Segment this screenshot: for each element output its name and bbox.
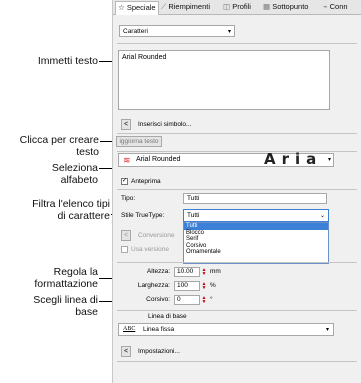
- category-select-value: Caratteri: [123, 28, 148, 35]
- insert-symbol-link[interactable]: Inserisci simbolo...: [138, 121, 191, 128]
- callout-scegli: Scegli linea di base: [0, 294, 98, 318]
- stile-truetype-value: Tutti: [187, 212, 200, 219]
- tab-speciale-label: Speciale: [126, 3, 156, 12]
- larghezza-spinner[interactable]: ▲ ▼: [201, 282, 207, 291]
- divider: [117, 310, 357, 311]
- category-select[interactable]: Caratteri ▾: [119, 25, 235, 37]
- alphabet-selector[interactable]: ≋ Arial Rounded Aria ▾: [118, 150, 334, 168]
- preview-checkbox[interactable]: ✓: [121, 178, 128, 185]
- tab-profili[interactable]: ◫ Profili: [223, 1, 251, 13]
- baseline-value: Linea fissa: [143, 326, 175, 333]
- chevron-down-icon: ▾: [327, 157, 331, 163]
- alphabet-icon: ≋: [123, 155, 131, 165]
- callout-clicca-line2: testo: [76, 146, 99, 158]
- tab-profili-label: Profili: [232, 2, 251, 11]
- chevron-down-icon: ⌄: [319, 213, 325, 219]
- baseline-select[interactable]: ABC Linea fissa ▾: [118, 323, 334, 336]
- connector-icon: ⌁: [323, 2, 328, 11]
- callout-regola-line1: Regola la: [53, 266, 98, 278]
- divider: [117, 133, 357, 134]
- tipo-select-value: Tutti: [187, 195, 200, 202]
- altezza-spinner[interactable]: ▲ ▼: [201, 268, 207, 277]
- object-properties-panel: ☆ Speciale ⟋ Riempimenti ◫ Profili ▦ Sot…: [112, 0, 361, 383]
- larghezza-input[interactable]: 100: [174, 281, 200, 291]
- larghezza-label: Larghezza:: [137, 282, 170, 289]
- alphabet-preview: Aria: [264, 150, 323, 168]
- tab-conn[interactable]: ⌁ Conn: [323, 1, 348, 13]
- settings-link[interactable]: Impostazioni...: [138, 348, 180, 355]
- use-version-label: Usa versione: [131, 246, 169, 253]
- tab-bar: ☆ Speciale ⟋ Riempimenti ◫ Profili ▦ Sot…: [113, 0, 361, 15]
- callout-seleziona-line1: Seleziona: [51, 162, 98, 174]
- dropdown-option[interactable]: Ornamentale: [184, 249, 328, 256]
- use-version-checkbox[interactable]: [121, 246, 128, 253]
- settings-expand-button[interactable]: <: [121, 346, 131, 357]
- callout-immetti-testo: Immetti testo: [37, 55, 98, 67]
- altezza-input[interactable]: 10.00: [174, 267, 200, 277]
- chevron-down-icon: ▾: [325, 327, 329, 333]
- tab-riempimenti-label: Riempimenti: [168, 2, 211, 11]
- corsivo-unit: °: [210, 296, 213, 303]
- divider: [117, 43, 357, 44]
- divider: [117, 189, 357, 190]
- conversion-expand-button[interactable]: <: [121, 230, 131, 241]
- text-input-area[interactable]: Arial Rounded: [118, 50, 330, 110]
- altezza-label: Altezza:: [146, 268, 170, 275]
- corsivo-spinner[interactable]: ▲ ▼: [201, 296, 207, 305]
- stile-truetype-label: Stile TrueType:: [121, 212, 165, 219]
- callout-scegli-line2: base: [75, 306, 98, 318]
- callout-filtra-line1: Filtra l'elenco tipi: [32, 198, 110, 210]
- insert-symbol-expand-button[interactable]: <: [121, 119, 131, 130]
- text-input-value: Arial Rounded: [122, 54, 167, 61]
- callout-clicca: Clicca per creare testo: [0, 134, 99, 158]
- tab-conn-label: Conn: [329, 2, 348, 11]
- preview-label: Anteprima: [131, 178, 161, 185]
- tab-sottopunto[interactable]: ▦ Sottopunto: [263, 1, 308, 13]
- underlay-icon: ▦: [263, 2, 271, 11]
- tab-speciale[interactable]: ☆ Speciale: [115, 1, 159, 15]
- star-icon: ☆: [118, 3, 125, 12]
- callout-filtra-line2: di carattere: [57, 210, 110, 222]
- chevron-down-icon: ▾: [227, 29, 231, 35]
- callout-seleziona-line2: alfabeto: [60, 174, 98, 186]
- tab-sottopunto-label: Sottopunto: [272, 2, 309, 11]
- divider: [117, 262, 357, 263]
- alphabet-name: Arial Rounded: [136, 156, 181, 163]
- fill-icon: ⟋: [161, 2, 167, 11]
- stile-truetype-select[interactable]: Tutti ⌄: [183, 209, 329, 222]
- callout-seleziona: Seleziona alfabeto: [0, 162, 98, 186]
- tipo-select[interactable]: Tutti: [183, 193, 327, 204]
- callout-regola: Regola la formattazione: [0, 266, 98, 290]
- outline-icon: ◫: [223, 2, 231, 11]
- corsivo-label: Corsivo:: [146, 296, 170, 303]
- callout-scegli-line1: Scegli linea di: [33, 294, 98, 306]
- callout-filtra: Filtra l'elenco tipi di carattere: [0, 198, 110, 222]
- altezza-unit: mm: [210, 268, 221, 275]
- create-text-button[interactable]: iggiorna testo: [116, 136, 162, 147]
- baseline-icon: ABC: [123, 326, 136, 332]
- callout-regola-line2: formattazione: [34, 278, 98, 290]
- larghezza-unit: %: [210, 282, 216, 289]
- baseline-section-title: Linea di base: [148, 313, 187, 320]
- tipo-label: Tipo:: [121, 195, 136, 202]
- tab-riempimenti[interactable]: ⟋ Riempimenti: [161, 1, 210, 13]
- conversion-label: Conversione: [138, 232, 175, 239]
- stile-truetype-dropdown-list: Tutti Blocco Serif Corsivo Ornamentale: [183, 222, 329, 264]
- divider: [117, 361, 357, 362]
- corsivo-input[interactable]: 0: [174, 295, 200, 305]
- callout-clicca-line1: Clicca per creare: [19, 134, 99, 146]
